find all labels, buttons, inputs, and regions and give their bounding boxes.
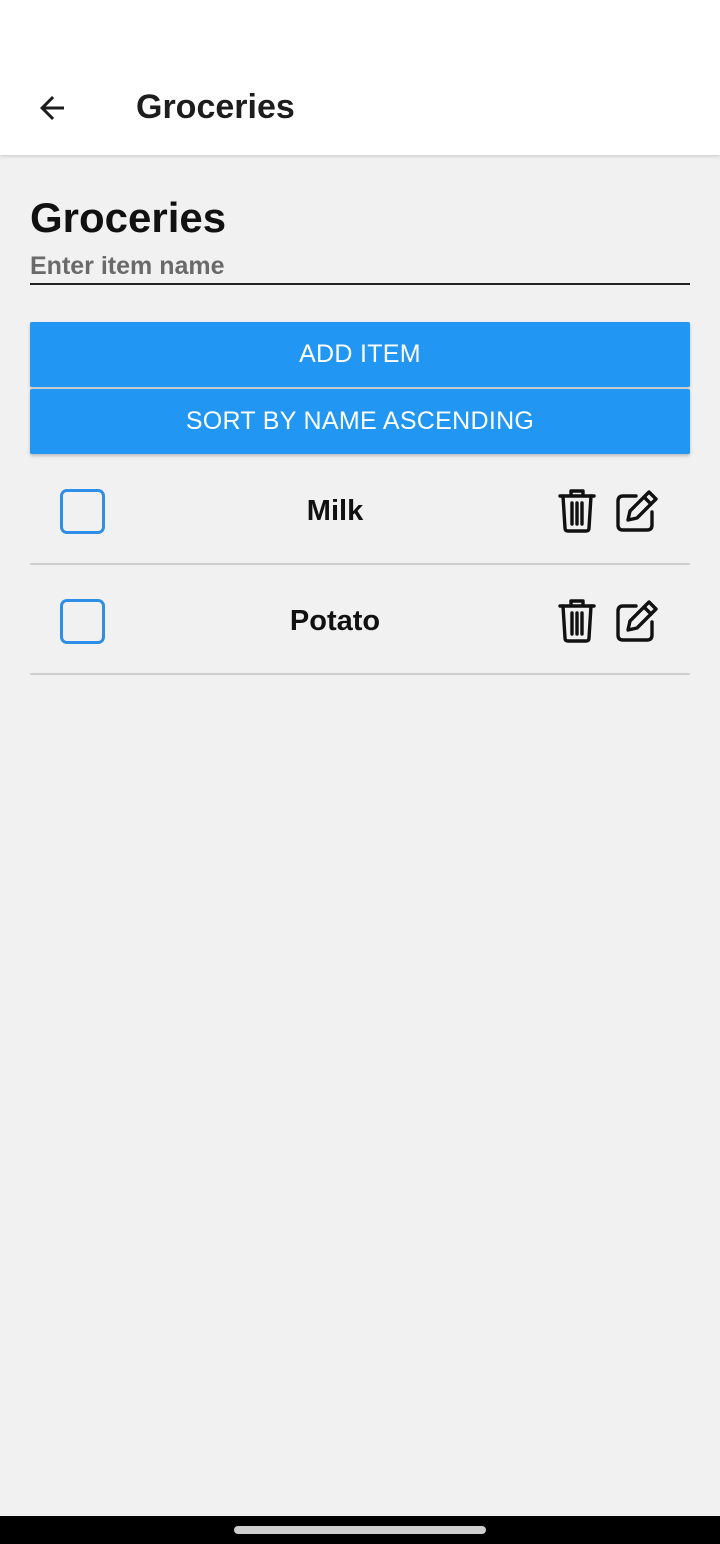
arrow-left-icon [40, 96, 64, 120]
item-name: Potato [289, 605, 381, 637]
edit-icon [616, 490, 658, 532]
grocery-list: Milk Potato [30, 455, 690, 675]
list-item: Milk [30, 455, 690, 565]
page-title: Groceries [30, 194, 227, 241]
back-button[interactable] [22, 78, 82, 138]
sort-by-name-button[interactable]: SORT BY NAME ASCENDING [30, 389, 690, 454]
home-gesture-handle[interactable] [234, 1526, 486, 1534]
trash-icon [558, 489, 596, 533]
add-item-button[interactable]: ADD ITEM [30, 322, 690, 387]
item-checkbox[interactable] [60, 489, 105, 534]
trash-icon [558, 599, 596, 643]
item-checkbox[interactable] [60, 599, 105, 644]
app-bar-title: Groceries [136, 88, 295, 126]
edit-icon [616, 600, 658, 642]
edit-item-button[interactable] [614, 487, 660, 535]
item-name: Milk [306, 495, 364, 527]
list-item: Potato [30, 565, 690, 675]
delete-item-button[interactable] [554, 597, 600, 645]
navigation-bar [0, 1516, 720, 1544]
screen: Groceries Groceries ADD ITEM SORT BY NAM… [0, 0, 720, 1544]
status-bar [0, 0, 720, 60]
edit-item-button[interactable] [614, 597, 660, 645]
item-name-input[interactable] [30, 249, 690, 285]
delete-item-button[interactable] [554, 487, 600, 535]
app-bar: Groceries [0, 60, 720, 155]
